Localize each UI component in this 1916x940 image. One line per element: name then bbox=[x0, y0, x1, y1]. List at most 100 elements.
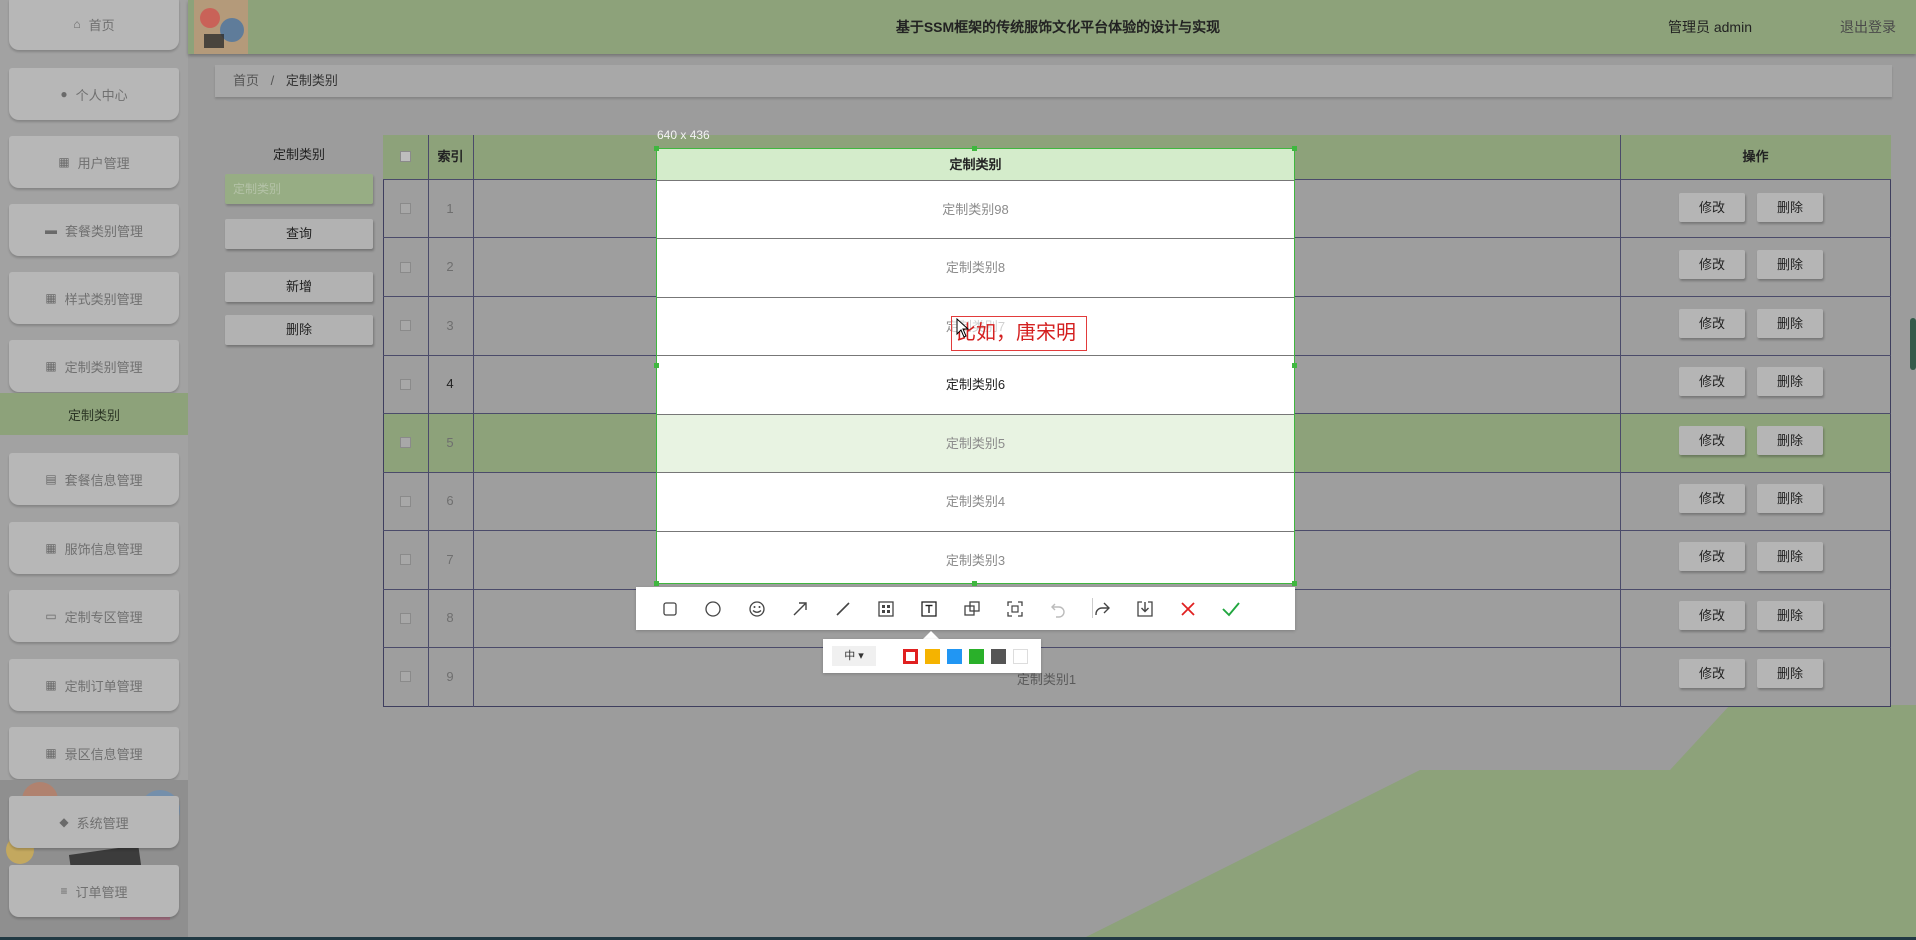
select-all-checkbox[interactable] bbox=[400, 151, 411, 162]
captured-row-name: 定制类别3 bbox=[657, 531, 1294, 583]
row-checkbox[interactable] bbox=[400, 437, 411, 448]
text-annotation-input[interactable]: 比如，唐宋明 bbox=[951, 316, 1087, 351]
edit-button[interactable]: 修改 bbox=[1679, 659, 1745, 688]
delete-button[interactable]: 删除 bbox=[1757, 250, 1823, 279]
chevron-down-icon: ▾ bbox=[858, 650, 864, 662]
monitor-icon: ▭ bbox=[45, 609, 57, 623]
color-swatch-gray[interactable] bbox=[991, 649, 1006, 664]
sidebar-item-custom-orders[interactable]: ▦ 定制订单管理 bbox=[9, 659, 179, 711]
grid-icon: ▦ bbox=[45, 678, 57, 692]
edit-button[interactable]: 修改 bbox=[1679, 250, 1745, 279]
row-checkbox[interactable] bbox=[400, 262, 411, 273]
pin-icon[interactable] bbox=[955, 587, 989, 630]
resize-handle[interactable] bbox=[654, 581, 659, 586]
row-checkbox[interactable] bbox=[400, 554, 411, 565]
captured-header-name: 定制类别 bbox=[657, 149, 1294, 180]
delete-button[interactable]: 删除 bbox=[1757, 484, 1823, 513]
sidebar-item-style-category[interactable]: ▦ 样式类别管理 bbox=[9, 272, 179, 324]
emoji-icon[interactable] bbox=[740, 587, 774, 630]
sidebar-item-scenic-info[interactable]: ▦ 景区信息管理 bbox=[9, 727, 179, 779]
row-checkbox[interactable] bbox=[400, 613, 411, 624]
logout-link[interactable]: 退出登录 bbox=[1840, 0, 1896, 54]
edit-button[interactable]: 修改 bbox=[1679, 193, 1745, 222]
edit-button[interactable]: 修改 bbox=[1679, 426, 1745, 455]
row-checkbox[interactable] bbox=[400, 496, 411, 507]
sidebar-item-users[interactable]: ▦ 用户管理 bbox=[9, 136, 179, 188]
font-size-select[interactable]: 中 ▾ bbox=[832, 646, 876, 666]
pin-icon: ◆ bbox=[59, 815, 69, 829]
breadcrumb-home[interactable]: 首页 bbox=[233, 73, 259, 88]
breadcrumb-bar bbox=[215, 65, 1892, 97]
grid-icon: ▦ bbox=[45, 541, 57, 555]
delete-button[interactable]: 删除 bbox=[1757, 659, 1823, 688]
row-checkbox[interactable] bbox=[400, 320, 411, 331]
text-icon[interactable] bbox=[912, 587, 946, 630]
delete-button[interactable]: 删除 bbox=[1757, 542, 1823, 571]
query-button[interactable]: 查询 bbox=[225, 219, 373, 249]
toolbar-divider bbox=[1092, 598, 1093, 618]
breadcrumb-current: 定制类别 bbox=[285, 73, 338, 88]
color-swatch-blue[interactable] bbox=[947, 649, 962, 664]
confirm-icon[interactable] bbox=[1214, 587, 1248, 630]
edit-button[interactable]: 修改 bbox=[1679, 601, 1745, 630]
color-swatch-red[interactable] bbox=[903, 649, 918, 664]
sidebar-subitem-custom-category[interactable]: 定制类别 bbox=[0, 393, 188, 435]
capture-toolbar bbox=[636, 587, 1295, 630]
download-icon[interactable] bbox=[1128, 587, 1162, 630]
edit-button[interactable]: 修改 bbox=[1679, 309, 1745, 338]
edit-button[interactable]: 修改 bbox=[1679, 367, 1745, 396]
resize-handle[interactable] bbox=[1292, 363, 1297, 368]
sidebar-item-package-category[interactable]: ▬ 套餐类别管理 bbox=[9, 204, 179, 256]
batch-delete-button[interactable]: 删除 bbox=[225, 315, 373, 345]
header-ops: 操作 bbox=[1742, 149, 1769, 164]
resize-handle[interactable] bbox=[972, 581, 977, 586]
sidebar-item-package-info[interactable]: ▤ 套餐信息管理 bbox=[9, 453, 179, 505]
delete-button[interactable]: 删除 bbox=[1757, 367, 1823, 396]
breadcrumb: 首页 / 定制类别 bbox=[233, 65, 338, 97]
row-index: 2 bbox=[446, 259, 454, 274]
capture-selection[interactable]: 定制类别 定制类别98 定制类别8 定制类别7 定制类别6 定制类别5 定制类别… bbox=[656, 148, 1295, 584]
resize-handle[interactable] bbox=[1292, 581, 1297, 586]
mosaic-icon[interactable] bbox=[869, 587, 903, 630]
cancel-icon[interactable] bbox=[1171, 587, 1205, 630]
share-icon[interactable] bbox=[1085, 587, 1119, 630]
row-checkbox[interactable] bbox=[400, 671, 411, 682]
resize-handle[interactable] bbox=[1292, 146, 1297, 151]
sidebar-item-custom-category[interactable]: ▦ 定制类别管理 bbox=[9, 340, 179, 392]
color-swatch-yellow[interactable] bbox=[925, 649, 940, 664]
grid-icon: ▦ bbox=[45, 359, 57, 373]
delete-button[interactable]: 删除 bbox=[1757, 426, 1823, 455]
search-input[interactable]: 定制类别 bbox=[225, 174, 373, 204]
delete-button[interactable]: 删除 bbox=[1757, 309, 1823, 338]
line-icon[interactable] bbox=[826, 587, 860, 630]
edit-button[interactable]: 修改 bbox=[1679, 542, 1745, 571]
edit-button[interactable]: 修改 bbox=[1679, 484, 1745, 513]
add-button[interactable]: 新增 bbox=[225, 272, 373, 302]
color-swatch-green[interactable] bbox=[969, 649, 984, 664]
delete-button[interactable]: 删除 bbox=[1757, 193, 1823, 222]
row-checkbox[interactable] bbox=[400, 379, 411, 390]
arrow-icon[interactable] bbox=[783, 587, 817, 630]
breadcrumb-separator: / bbox=[270, 73, 275, 88]
header-index: 索引 bbox=[437, 149, 464, 164]
mouse-cursor-icon bbox=[956, 318, 970, 338]
background-decoration bbox=[1080, 705, 1916, 940]
ellipse-icon[interactable] bbox=[696, 587, 730, 630]
sidebar-item-home[interactable]: ⌂ 首页 bbox=[9, 0, 179, 50]
resize-handle[interactable] bbox=[654, 363, 659, 368]
row-checkbox[interactable] bbox=[400, 203, 411, 214]
sidebar-item-orders[interactable]: ≡ 订单管理 bbox=[9, 865, 179, 917]
color-swatch-white[interactable] bbox=[1013, 649, 1028, 664]
resize-handle[interactable] bbox=[654, 146, 659, 151]
row-index: 3 bbox=[446, 318, 454, 333]
rectangle-icon[interactable] bbox=[653, 587, 687, 630]
sidebar-item-clothing-info[interactable]: ▦ 服饰信息管理 bbox=[9, 522, 179, 574]
sidebar-item-system[interactable]: ◆ 系统管理 bbox=[9, 796, 179, 848]
vertical-scrollbar[interactable] bbox=[1910, 318, 1916, 370]
ocr-icon[interactable] bbox=[998, 587, 1032, 630]
sidebar-item-profile[interactable]: ● 个人中心 bbox=[9, 68, 179, 120]
resize-handle[interactable] bbox=[972, 146, 977, 151]
undo-icon[interactable] bbox=[1041, 587, 1075, 630]
sidebar-item-custom-zone[interactable]: ▭ 定制专区管理 bbox=[9, 590, 179, 642]
delete-button[interactable]: 删除 bbox=[1757, 601, 1823, 630]
